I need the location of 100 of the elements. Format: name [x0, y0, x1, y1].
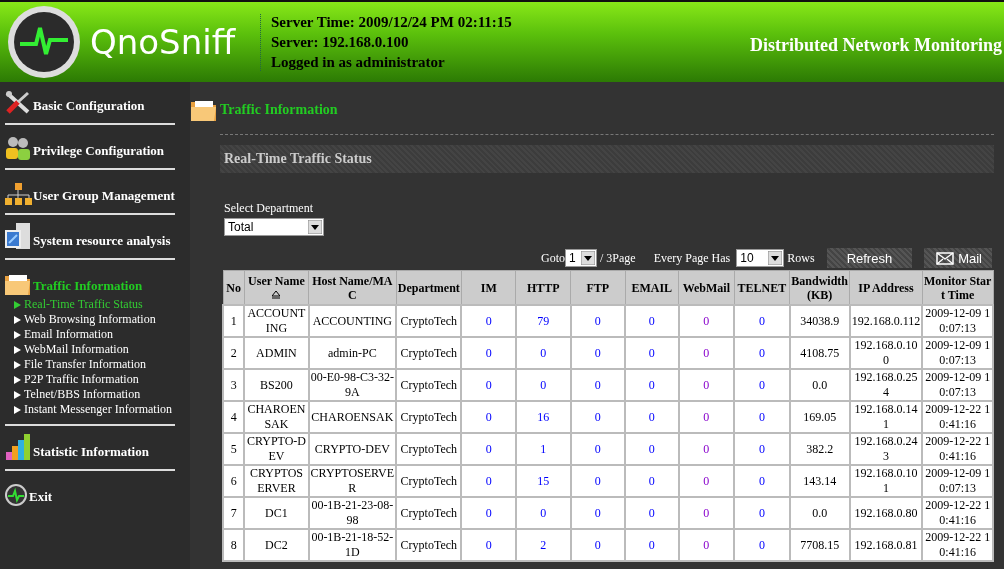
table-cell: 0 — [625, 337, 679, 369]
table-cell: 0 — [734, 369, 790, 401]
nav-item[interactable]: WebMail Information — [14, 342, 129, 357]
table-cell: 0 — [570, 337, 626, 369]
page-select[interactable]: 1 — [564, 249, 597, 267]
table-cell: 0 — [461, 337, 516, 369]
mail-button[interactable]: Mail — [924, 248, 992, 268]
nav-section[interactable]: Basic Configuration — [4, 86, 145, 116]
table-cell: BS200 — [244, 369, 309, 401]
table-cell: 0 — [461, 433, 516, 465]
table-cell: CryptoTech — [396, 401, 462, 433]
bar-chart-icon — [4, 432, 32, 462]
table-cell: 0 — [570, 465, 626, 497]
table-cell: DC1 — [244, 497, 309, 529]
table-cell: 0 — [570, 369, 626, 401]
nav-section[interactable]: Exit — [4, 477, 53, 507]
column-header[interactable]: User Name — [244, 270, 309, 305]
table-cell: ACCOUNTING — [308, 305, 397, 337]
table-cell: 0 — [678, 401, 735, 433]
brand-name: QnoSniff — [90, 22, 237, 62]
table-cell: 16 — [516, 401, 571, 433]
nav-item[interactable]: Email Information — [14, 327, 113, 342]
table-cell: 7 — [223, 497, 245, 529]
table-cell: 0 — [734, 433, 790, 465]
table-cell: 0 — [461, 529, 516, 561]
table-cell: CryptoTech — [396, 465, 462, 497]
refresh-button[interactable]: Refresh — [826, 248, 913, 268]
org-chart-icon — [4, 182, 32, 206]
table-cell: 5 — [223, 433, 245, 465]
column-header: IM — [461, 270, 516, 305]
table-cell: 00-1B-21-18-52-1D — [308, 529, 397, 561]
table-cell: 0.0 — [789, 369, 850, 401]
per-page-label: Every Page Has — [653, 250, 731, 266]
users-icon — [4, 135, 32, 161]
table-cell: 2 — [516, 529, 571, 561]
table-cell: admin-PC — [308, 337, 397, 369]
table-cell: CryptoTech — [396, 497, 462, 529]
table-cell: 0.0 — [789, 497, 850, 529]
sort-arrow-icon — [272, 290, 281, 299]
column-header: No — [223, 270, 245, 305]
table-cell: 0 — [461, 465, 516, 497]
table-cell: 0 — [734, 529, 790, 561]
column-header: IP Address — [849, 270, 923, 305]
dropdown-arrow-icon — [308, 220, 322, 234]
table-cell: 34038.9 — [789, 305, 850, 337]
table-cell: CRYPTOSERVER — [244, 465, 309, 497]
table-cell: 0 — [734, 337, 790, 369]
table-cell: 192.168.0.101 — [849, 465, 923, 497]
table-cell: 192.168.0.243 — [849, 433, 923, 465]
rows-select[interactable]: 10 — [736, 249, 785, 267]
table-cell: CryptoTech — [396, 369, 462, 401]
table-cell: 192.168.0.254 — [849, 369, 923, 401]
table-cell: CRYPTO-DEV — [244, 433, 309, 465]
table-cell: 2009-12-22 10:41:16 — [922, 497, 993, 529]
table-cell: 0 — [625, 401, 679, 433]
column-header: EMAIL — [625, 270, 679, 305]
table-cell: 0 — [734, 497, 790, 529]
nav-item[interactable]: Web Browsing Information — [14, 312, 156, 327]
table-cell: 0 — [678, 369, 735, 401]
table-cell: 0 — [625, 529, 679, 561]
table-cell: CHAROENSAK — [308, 401, 397, 433]
nav-item[interactable]: File Transfer Information — [14, 357, 146, 372]
table-cell: 0 — [570, 529, 626, 561]
table-cell: 00-1B-21-23-08-98 — [308, 497, 397, 529]
nav-section[interactable]: Privilege Configuration — [4, 131, 165, 161]
nav-item[interactable]: Real-Time Traffic Status — [14, 297, 143, 312]
server-address: Server: 192.168.0.100 — [271, 33, 410, 51]
nav-section[interactable]: Statistic Information — [4, 432, 149, 462]
nav-section[interactable]: System resource analysis — [4, 221, 171, 251]
table-cell: 7708.15 — [789, 529, 850, 561]
table-cell: 0 — [678, 497, 735, 529]
table-cell: CRYPTO-DEV — [308, 433, 397, 465]
table-cell: 0 — [678, 305, 735, 337]
table-cell: 192.168.0.100 — [849, 337, 923, 369]
table-cell: 0 — [734, 465, 790, 497]
column-header: Host Name/MAC — [308, 270, 397, 305]
nav-item[interactable]: Instant Messenger Information — [14, 402, 172, 417]
table-cell: ADMIN — [244, 337, 309, 369]
nav-section[interactable]: User Group Management — [4, 176, 175, 206]
table-cell: CHAROENSAK — [244, 401, 309, 433]
nav-item[interactable]: P2P Traffic Information — [14, 372, 139, 387]
nav-item[interactable]: Telnet/BBS Information — [14, 387, 141, 402]
table-cell: 192.168.0.80 — [849, 497, 923, 529]
department-select[interactable]: Total — [224, 218, 324, 236]
column-header: TELNET — [734, 270, 790, 305]
table-cell: CRYPTOSERVER — [308, 465, 397, 497]
table-cell: 0 — [734, 305, 790, 337]
table-cell: 0 — [461, 401, 516, 433]
rows-label: Rows — [787, 250, 815, 266]
table-cell: CryptoTech — [396, 433, 462, 465]
table-cell: 0 — [570, 305, 626, 337]
nav-section[interactable]: Traffic Information — [4, 266, 143, 296]
login-status: Logged in as administrator — [271, 53, 446, 71]
table-cell: 0 — [461, 497, 516, 529]
envelope-icon — [936, 251, 955, 265]
table-cell: 1 — [516, 433, 571, 465]
table-cell: 0 — [678, 529, 735, 561]
column-header: Bandwidth (KB) — [789, 270, 850, 305]
table-cell: 0 — [625, 433, 679, 465]
table-cell: 143.14 — [789, 465, 850, 497]
